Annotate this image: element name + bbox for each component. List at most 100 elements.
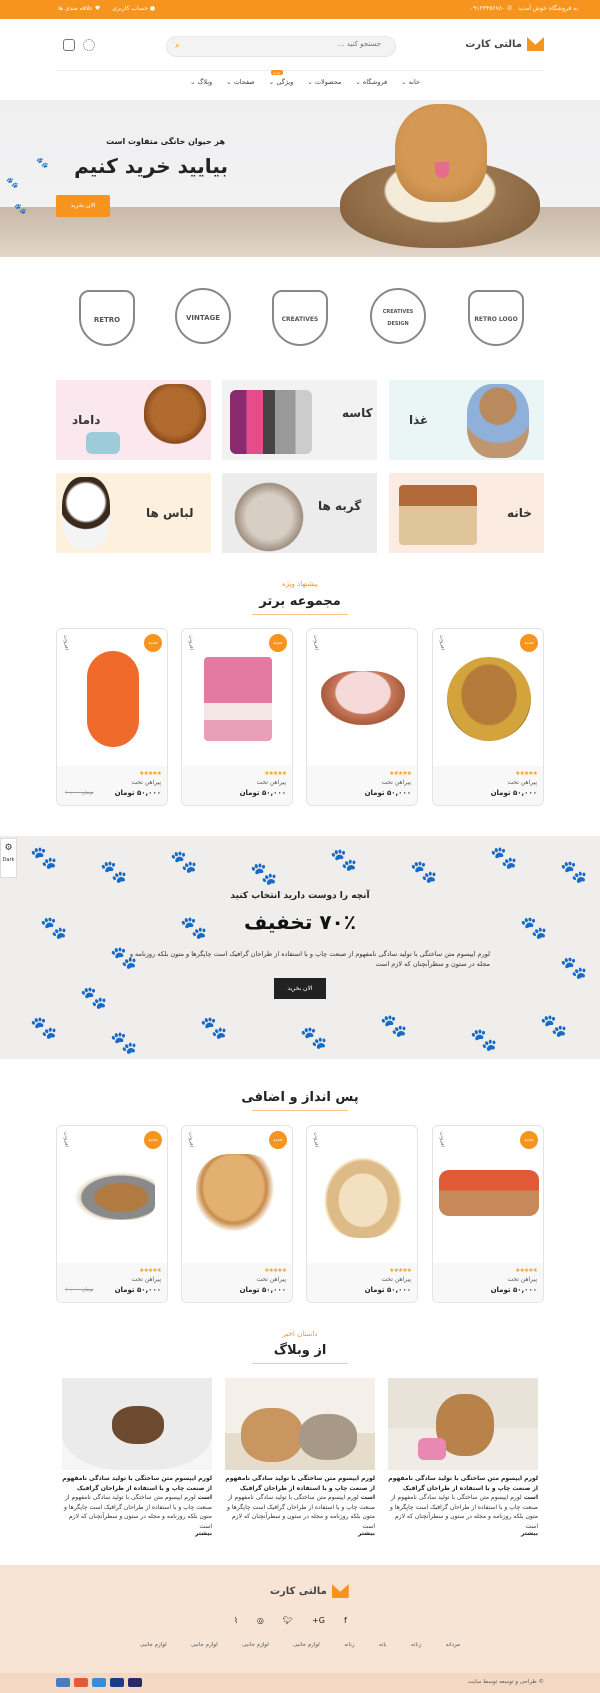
footer-link[interactable]: زنانه [344,1642,354,1648]
product-image[interactable] [71,1170,155,1220]
footer-link[interactable]: لوازم جانبی [191,1642,218,1648]
product-card[interactable]: جدید افزودن ★★★★★ پیراهن تخت ۵۰,۰۰۰ توما… [432,1125,544,1303]
paw-icon: 🐾 [36,158,49,169]
paw-icon: 🐾 [14,204,27,215]
product-name[interactable]: پیراهن تخت [507,779,537,786]
nav-item-features[interactable]: ویژگی ⌄ جدید [269,70,293,86]
product-name[interactable]: پیراهن تخت [256,779,286,786]
category-card-food[interactable]: غذا [389,380,544,460]
product-name[interactable]: پیراهن تخت [256,1276,286,1283]
category-card-bowl[interactable]: کاسه [222,380,377,460]
product-name[interactable]: پیراهن تخت [381,1276,411,1283]
product-card[interactable]: جدید افزودن ★★★★★ پیراهن تخت ۵۰,۰۰۰ توما… [56,1125,168,1303]
product-name[interactable]: پیراهن تخت [507,1276,537,1283]
google-plus-icon[interactable]: G+ [312,1616,325,1625]
product-card[interactable]: جدید افزودن ★★★★★ پیراهن تخت ۵۰,۰۰۰ توما… [56,628,168,806]
payment-card-icon [92,1678,106,1687]
wishlist-add-button[interactable]: افزودن [313,635,319,650]
product-card[interactable]: افزودن ★★★★★ پیراهن تخت ۵۰,۰۰۰ تومان [306,1125,418,1303]
category-label: لباس ها [146,506,194,520]
site-logo[interactable]: مالتی کارت [465,37,544,51]
product-card[interactable]: جدید افزودن ★★★★★ پیراهن تخت ۵۰,۰۰۰ توما… [432,628,544,806]
featured-title: مجموعه برتر [259,594,341,609]
new-badge: جدید [269,1131,287,1149]
product-card[interactable]: جدید افزودن ★★★★★ پیراهن تخت ۵۰,۰۰۰ توما… [181,628,293,806]
product-card[interactable]: افزودن ★★★★★ پیراهن تخت ۵۰,۰۰۰ تومان [306,628,418,806]
product-card[interactable]: جدید افزودن ★★★★★ پیراهن تخت ۵۰,۰۰۰ توما… [181,1125,293,1303]
product-name[interactable]: پیراهن تخت [381,779,411,786]
category-card-groom[interactable]: داماد [56,380,211,460]
product-price: ۵۰,۰۰۰ تومان [114,789,161,797]
promo-buy-button[interactable]: الان بخرید [274,978,326,999]
category-card-clothes[interactable]: لباس ها [56,473,211,553]
account-link[interactable]: ● حساب کاربری [112,5,155,12]
blog-post-image[interactable] [388,1378,538,1470]
footer-link[interactable]: مردانه [446,1642,460,1648]
product-image[interactable] [204,657,272,741]
facebook-icon[interactable]: f [344,1616,347,1625]
nav-item-products[interactable]: محصولات ⌄ [307,78,341,86]
footer-link[interactable]: لوازم جانبی [140,1642,167,1648]
product-name[interactable]: پیراهن تخت [131,779,161,786]
read-more-link[interactable]: بیشتر [358,1530,375,1537]
instagram-icon[interactable]: ◎ [257,1616,264,1625]
product-image[interactable] [321,1154,405,1238]
category-card-cats[interactable]: گربه ها [222,473,377,553]
footer-link[interactable]: زنانه [411,1642,421,1648]
read-more-link[interactable]: بیشتر [521,1530,538,1537]
hero-buy-button[interactable]: الان بخرید [56,195,110,217]
dark-mode-toggle[interactable]: Dark [1,857,16,863]
category-label: کاسه [342,406,373,420]
featured-subtitle: پیشنهاد ویژه [282,580,318,588]
product-image[interactable] [87,651,139,747]
rss-icon[interactable]: ⌇ [234,1616,238,1625]
payment-card-icon [56,1678,70,1687]
wishlist-add-button[interactable]: افزودن [439,1132,445,1147]
footer-link[interactable]: لوازم جانبی [293,1642,320,1648]
nav-item-blog[interactable]: وبلاگ ⌄ [190,78,212,86]
rating-stars: ★★★★★ [515,1267,538,1274]
search-icon[interactable]: ⌕ [175,41,180,51]
category-label: غذا [409,413,429,427]
product-name[interactable]: پیراهن تخت [131,1276,161,1283]
wishlist-add-button[interactable]: افزودن [63,635,69,650]
wishlist-add-button[interactable]: افزودن [188,1132,194,1147]
product-image[interactable] [321,671,405,725]
footer-link[interactable]: بانه [379,1642,387,1648]
wishlist-add-button[interactable]: افزودن [188,635,194,650]
nav-item-shop[interactable]: فروشگاه ⌄ [355,78,387,86]
search-input[interactable] [211,40,381,48]
wishlist-add-button[interactable]: افزودن [313,1132,319,1147]
product-price: ۵۰,۰۰۰ تومان [239,1286,286,1294]
gear-icon[interactable] [83,39,95,51]
product-price: ۵۰,۰۰۰ تومان [114,1286,161,1294]
product-image[interactable] [439,1170,539,1216]
product-image[interactable] [447,657,531,741]
rating-stars: ★★★★★ [515,770,538,777]
main-nav: خانه ⌄ فروشگاه ⌄ محصولات ⌄ ویژگی ⌄ جدید ص… [190,70,420,86]
blog-post-image[interactable] [225,1378,375,1470]
wishlist-add-button[interactable]: افزودن [439,635,445,650]
search-box: ⌕ [166,36,396,57]
footer-link[interactable]: لوازم جانبی [242,1642,269,1648]
footer-logo[interactable]: مالتی کارت [270,1584,349,1598]
payment-card-icon [74,1678,88,1687]
header-icons [63,39,95,51]
wishlist-link[interactable]: ♥ علاقه مندی ها [58,5,100,12]
cart-icon[interactable] [63,39,75,51]
nav-item-home[interactable]: خانه ⌄ [401,78,420,86]
settings-widget[interactable]: ⚙ Dark [0,838,17,878]
gear-icon[interactable]: ⚙ [1,839,16,857]
blog-title: از وبلاگ [273,1343,327,1358]
twitter-icon[interactable]: 🐦︎ [283,1616,293,1625]
category-card-house[interactable]: خانه [389,473,544,553]
wishlist-add-button[interactable]: افزودن [63,1132,69,1147]
footer-bottom-bar: © طراحی و توسعه توسط سایت [0,1673,600,1693]
promo-discount: ۷۰٪ تخفیف [244,910,356,934]
category-label: داماد [72,413,101,427]
logo-text: مالتی کارت [270,1585,327,1597]
read-more-link[interactable]: بیشتر [195,1530,212,1537]
nav-item-pages[interactable]: صفحات ⌄ [226,78,255,86]
product-image[interactable] [196,1154,280,1238]
blog-post-image[interactable] [62,1378,212,1470]
